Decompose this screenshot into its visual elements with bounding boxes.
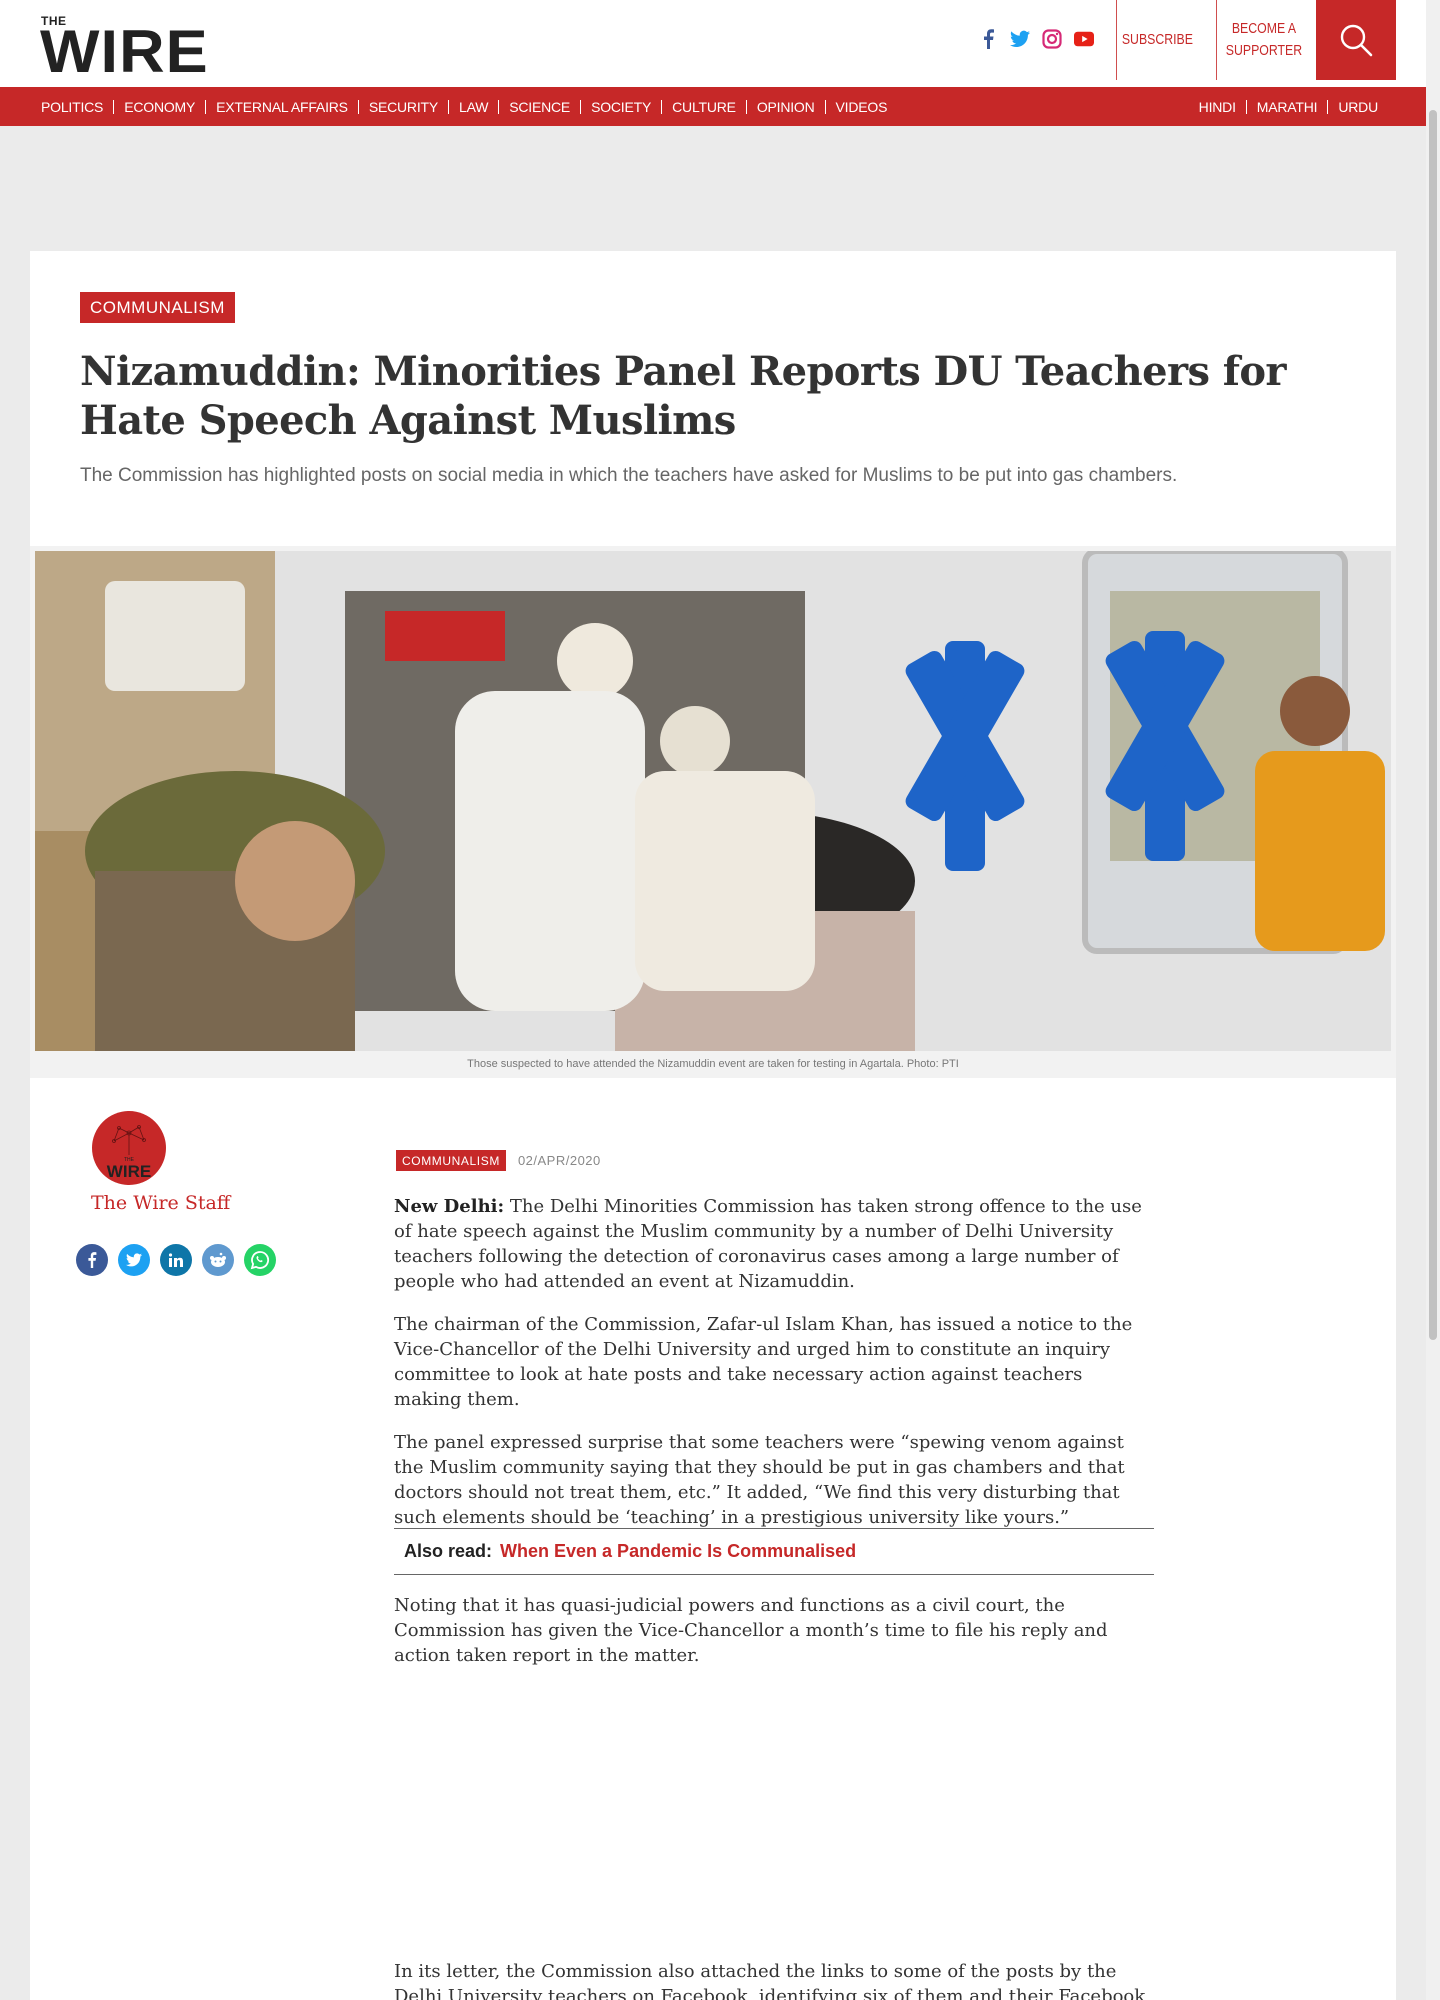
main-nav: POLITICS ECONOMY EXTERNAL AFFAIRS SECURI… [0, 87, 1426, 126]
supporter-label-line1: BECOME A [1231, 20, 1297, 37]
author-name[interactable]: The Wire Staff [91, 1192, 230, 1214]
paragraph-1-text: The Delhi Minorities Commission has take… [394, 1196, 1142, 1292]
article-content: New Delhi: The Delhi Minorities Commissi… [394, 1194, 1154, 1548]
article-body-card: THE WIRE The Wire Staff COMMUNALISM 02/A… [30, 1078, 1396, 2000]
youtube-icon[interactable] [1074, 28, 1094, 50]
subscribe-button[interactable]: SUBSCRIBE [1116, 0, 1198, 80]
nav-item-external-affairs[interactable]: EXTERNAL AFFAIRS [206, 99, 359, 114]
twitter-share-icon[interactable] [118, 1244, 150, 1276]
whatsapp-share-icon[interactable] [244, 1244, 276, 1276]
nav-item-videos[interactable]: VIDEOS [826, 100, 898, 114]
twitter-icon[interactable] [1010, 28, 1030, 50]
share-buttons [76, 1244, 276, 1276]
search-button[interactable] [1316, 0, 1396, 80]
nav-item-culture[interactable]: CULTURE [662, 99, 747, 114]
reddit-share-icon[interactable] [202, 1244, 234, 1276]
social-links [978, 28, 1094, 50]
article-content-continued-2: In its letter, the Commission also attac… [394, 1959, 1154, 2000]
facebook-share-icon[interactable] [76, 1244, 108, 1276]
paragraph-3: The panel expressed surprise that some t… [394, 1432, 1125, 1528]
article-meta: COMMUNALISM 02/APR/2020 [396, 1150, 601, 1171]
facebook-icon[interactable] [978, 28, 998, 50]
article-content-continued: Noting that it has quasi-judicial powers… [394, 1593, 1154, 1668]
nav-item-urdu[interactable]: URDU [1328, 100, 1388, 114]
instagram-icon[interactable] [1042, 28, 1062, 50]
paragraph-4: Noting that it has quasi-judicial powers… [394, 1595, 1108, 1666]
nav-item-politics[interactable]: POLITICS [41, 99, 115, 114]
also-read-link[interactable]: When Even a Pandemic Is Communalised [500, 1541, 856, 1562]
category-tag[interactable]: COMMUNALISM [80, 292, 235, 323]
publish-date: 02/APR/2020 [517, 1153, 601, 1168]
site-header: THE WIRE SUBSCRIBE BECOME A SUPPORTER [0, 0, 1426, 87]
nav-item-society[interactable]: SOCIETY [581, 99, 663, 114]
category-tag-small[interactable]: COMMUNALISM [396, 1150, 506, 1171]
search-icon [1340, 24, 1373, 57]
nav-item-security[interactable]: SECURITY [359, 99, 449, 114]
subscribe-label: SUBSCRIBE [1121, 31, 1193, 48]
also-read-box: Also read: When Even a Pandemic Is Commu… [394, 1528, 1154, 1575]
article-header: COMMUNALISM Nizamuddin: Minorities Panel… [30, 251, 1396, 546]
nav-item-opinion[interactable]: OPINION [747, 99, 826, 114]
paragraph-5: In its letter, the Commission also attac… [394, 1961, 1146, 2000]
article-title: Nizamuddin: Minorities Panel Reports DU … [80, 348, 1286, 444]
site-logo[interactable]: THE WIRE [40, 14, 220, 83]
hero-image [35, 551, 1391, 1051]
nav-item-economy[interactable]: ECONOMY [114, 99, 207, 114]
image-caption: Those suspected to have attended the Niz… [467, 1058, 959, 1070]
nav-item-marathi[interactable]: MARATHI [1247, 99, 1329, 114]
become-supporter-button[interactable]: BECOME A SUPPORTER [1216, 0, 1311, 80]
section-menu: POLITICS ECONOMY EXTERNAL AFFAIRS SECURI… [41, 87, 897, 126]
logo-wire-text: WIRE [40, 18, 209, 85]
scrollbar-thumb[interactable] [1429, 110, 1437, 1340]
paragraph-2: The chairman of the Commission, Zafar-ul… [394, 1314, 1133, 1410]
article-subtitle: The Commission has highlighted posts on … [80, 465, 1178, 486]
svg-text:WIRE: WIRE [107, 1162, 151, 1181]
hero-figure: Those suspected to have attended the Niz… [30, 546, 1396, 1078]
also-read-label: Also read: [404, 1541, 493, 1561]
supporter-label-line2: SUPPORTER [1225, 42, 1303, 59]
nav-item-law[interactable]: LAW [449, 99, 500, 114]
nav-item-science[interactable]: SCIENCE [499, 99, 582, 114]
dateline: New Delhi: [394, 1196, 505, 1217]
linkedin-share-icon[interactable] [160, 1244, 192, 1276]
paragraph-1: New Delhi: The Delhi Minorities Commissi… [394, 1194, 1154, 1294]
language-menu: HINDI MARATHI URDU [1199, 87, 1388, 126]
nav-item-hindi[interactable]: HINDI [1199, 99, 1247, 114]
author-avatar[interactable]: THE WIRE [92, 1111, 166, 1185]
